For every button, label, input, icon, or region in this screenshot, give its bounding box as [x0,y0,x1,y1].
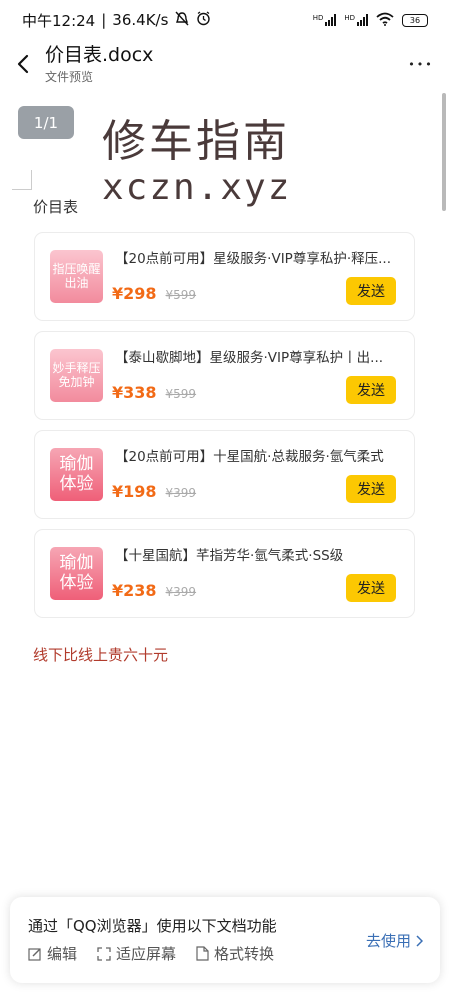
watermark-chinese: 修车指南 [102,116,290,167]
chevron-right-icon [416,934,423,947]
back-arrow-icon [17,54,29,74]
signal-icon-2: HD [344,14,368,26]
product-title: 【20点前可用】十星国航·总裁服务·氫气柔式 [115,449,384,465]
battery-icon: 36 [402,13,428,27]
send-button[interactable]: 发送 [346,574,396,602]
browser-promo-banner[interactable]: 通过「QQ浏览器」使用以下文档功能 编辑 适应屏幕 格式转换 去使用 [10,897,440,983]
current-price: ¥198 [112,482,157,501]
product-list: 指压唤醒 出油 【20点前可用】星级服务·VIP尊享私护·释压... ¥298 … [34,232,415,628]
product-card[interactable]: 瑜伽 体验 【十星国航】芊指芳华·氫气柔式·SS级 ¥238 ¥399 发送 [34,529,415,618]
status-time: 中午12:24 [22,11,96,30]
product-thumbnail: 瑜伽 体验 [50,547,103,600]
original-price: ¥599 [165,387,197,401]
current-price: ¥298 [112,284,157,303]
thumbnail-text: 妙手释压 免加钟 [52,360,101,389]
more-dots-icon: ••• [408,57,434,71]
price-list-heading: 价目表 [33,198,79,216]
product-title: 【十星国航】芊指芳华·氫气柔式·SS级 [115,548,344,564]
watermark-domain: xczn.xyz [102,167,292,208]
fit-screen-action[interactable]: 适应屏幕 [97,943,176,964]
product-thumbnail: 瑜伽 体验 [50,448,103,501]
edit-icon [28,947,41,961]
price-row: ¥338 ¥599 [112,383,196,402]
status-divider: | [101,11,107,29]
price-row: ¥198 ¥399 [112,482,196,501]
footer-note: 线下比线上贵六十元 [33,646,169,664]
document-icon [196,946,209,961]
product-card[interactable]: 瑜伽 体验 【20点前可用】十星国航·总裁服务·氫气柔式 ¥198 ¥399 发… [34,430,415,519]
page-corner-mark [12,170,32,190]
original-price: ¥399 [165,486,197,500]
thumbnail-text: 瑜伽 体验 [59,453,94,494]
scrollbar-thumb[interactable] [442,93,446,211]
price-row: ¥238 ¥399 [112,581,196,600]
fit-screen-icon [97,946,111,961]
document-title: 价目表.docx [45,43,154,66]
network-speed: 36.4K/s [112,11,169,29]
current-price: ¥338 [112,383,157,402]
edit-label: 编辑 [47,945,78,963]
current-price: ¥238 [112,581,157,600]
convert-format-label: 格式转换 [214,945,275,963]
promo-actions: 编辑 适应屏幕 格式转换 [28,943,274,964]
watermark: 修车指南 xczn.xyz [102,118,291,208]
screen: 中午12:24 | 36.4K/s HD HD 36 价目表.docx 文件预览… [0,0,450,1000]
status-bar: 中午12:24 | 36.4K/s HD HD 36 [0,0,450,40]
back-button[interactable] [14,49,32,79]
go-use-label: 去使用 [365,932,411,950]
original-price: ¥399 [165,585,197,599]
app-bar: 价目表.docx 文件预览 ••• [0,40,450,88]
original-price: ¥599 [165,288,197,302]
send-button[interactable]: 发送 [346,475,396,503]
price-row: ¥298 ¥599 [112,284,196,303]
mute-icon [174,11,190,30]
title-block: 价目表.docx 文件预览 [45,44,406,85]
more-options-button[interactable]: ••• [406,49,436,79]
signal-icon-1: HD [313,14,337,26]
thumbnail-text: 指压唤醒 出油 [52,261,101,290]
wifi-icon [376,12,394,29]
product-title: 【20点前可用】星级服务·VIP尊享私护·释压... [115,251,391,267]
product-card[interactable]: 妙手释压 免加钟 【泰山歇脚地】星级服务·VIP尊享私护丨出... ¥338 ¥… [34,331,415,420]
fit-screen-label: 适应屏幕 [116,945,177,963]
send-button[interactable]: 发送 [346,277,396,305]
page-indicator: 1/1 [18,106,74,139]
promo-text: 通过「QQ浏览器」使用以下文档功能 [28,917,277,935]
edit-action[interactable]: 编辑 [28,943,77,964]
convert-format-action[interactable]: 格式转换 [196,943,274,964]
document-preview[interactable]: 1/1 修车指南 xczn.xyz 价目表 指压唤醒 出油 【20点前可用】星级… [0,88,450,888]
product-card[interactable]: 指压唤醒 出油 【20点前可用】星级服务·VIP尊享私护·释压... ¥298 … [34,232,415,321]
battery-level: 36 [409,15,421,25]
hd-label-2: HD [344,14,355,22]
thumbnail-text: 瑜伽 体验 [59,552,94,593]
alarm-icon [196,10,211,30]
status-right: HD HD 36 [313,12,428,29]
send-button[interactable]: 发送 [346,376,396,404]
product-thumbnail: 妙手释压 免加钟 [50,349,103,402]
go-use-button[interactable]: 去使用 [366,930,423,951]
product-title: 【泰山歇脚地】星级服务·VIP尊享私护丨出... [115,350,384,366]
status-left: 中午12:24 | 36.4K/s [22,10,211,31]
hd-label-1: HD [312,14,324,22]
product-thumbnail: 指压唤醒 出油 [50,250,103,303]
document-subtitle: 文件预览 [45,69,94,84]
